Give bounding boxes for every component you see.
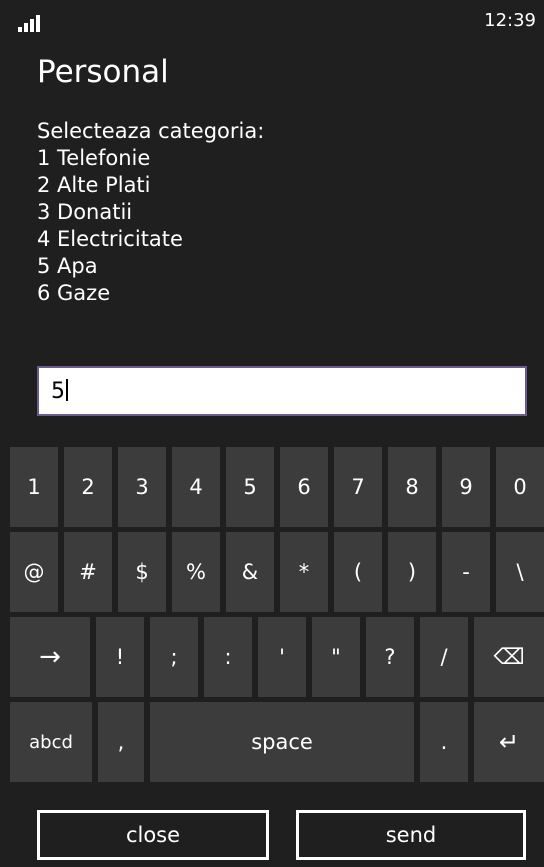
key-label: 3 [135,475,149,499]
key-7[interactable]: 7 [334,447,382,527]
keyboard-row-punctuation: → ! ; : ' " ? / ⌫ [0,617,544,701]
category-option: 2 Alte Plati [37,173,151,197]
key-label: 1 [27,475,41,499]
app-bar: close send [0,800,544,867]
key-4[interactable]: 4 [172,447,220,527]
category-option: 1 Telefonie [37,146,151,170]
prompt-heading: Selecteaza categoria: [37,119,265,143]
key-label: $ [135,560,149,584]
key-label: ! [115,645,125,669]
clock: 12:39 [484,10,536,31]
key-label: ; [170,645,178,669]
category-prompt: Selecteaza categoria: 1 Telefonie 2 Alte… [37,118,264,307]
key-label: : [224,645,232,669]
key-label: 7 [351,475,365,499]
backspace-icon: ⌫ [493,644,525,670]
key-apostrophe[interactable]: ' [258,617,306,697]
key-semicolon[interactable]: ; [150,617,198,697]
key-label: @ [23,560,45,584]
key-label: / [440,645,448,669]
key-at[interactable]: @ [10,532,58,612]
key-5[interactable]: 5 [226,447,274,527]
key-2[interactable]: 2 [64,447,112,527]
close-button-label: close [125,823,181,847]
key-label: \ [516,560,524,584]
key-1[interactable]: 1 [10,447,58,527]
shift-arrow-key[interactable]: → [10,617,90,697]
key-backslash[interactable]: \ [496,532,544,612]
key-label: abcd [29,731,73,753]
key-question[interactable]: ? [366,617,414,697]
key-label: * [298,560,310,584]
key-ampersand[interactable]: & [226,532,274,612]
key-double-quote[interactable]: " [312,617,360,697]
enter-key[interactable]: ↵ [474,702,544,782]
keyboard-row-symbols: @ # $ % & * ( ) - \ [0,532,544,616]
key-close-paren[interactable]: ) [388,532,436,612]
key-asterisk[interactable]: * [280,532,328,612]
key-label: ' [279,645,285,669]
key-label: 9 [459,475,473,499]
close-button[interactable]: close [37,810,269,860]
key-label: 4 [189,475,203,499]
category-option: 5 Apa [37,254,98,278]
key-label: - [462,560,470,584]
key-3[interactable]: 3 [118,447,166,527]
key-label: 6 [297,475,311,499]
key-label: 2 [81,475,95,499]
signal-strength-icon [18,14,44,32]
page-title: Personal [37,54,169,90]
keyboard-row-digits: 1 2 3 4 5 6 7 8 9 0 [0,447,544,531]
key-label: 0 [513,475,527,499]
key-9[interactable]: 9 [442,447,490,527]
status-bar: 12:39 [0,0,544,40]
key-hash[interactable]: # [64,532,112,612]
key-8[interactable]: 8 [388,447,436,527]
key-label: space [251,730,313,754]
key-label: " [331,645,341,669]
key-colon[interactable]: : [204,617,252,697]
key-percent[interactable]: % [172,532,220,612]
text-caret [66,379,68,401]
send-button-label: send [385,823,437,847]
category-input[interactable]: 5 [37,366,527,416]
key-label: . [440,730,448,754]
arrow-right-icon: → [39,642,61,672]
key-label: 5 [243,475,257,499]
key-label: ( [353,560,363,584]
enter-icon: ↵ [498,728,520,756]
input-value: 5 [51,379,65,404]
key-label: , [117,730,125,754]
keyboard-row-bottom: abcd , space . ↵ [0,702,544,786]
send-button[interactable]: send [296,810,526,860]
key-open-paren[interactable]: ( [334,532,382,612]
on-screen-keyboard: 1 2 3 4 5 6 7 8 9 0 @ # $ % & * ( ) - \ … [0,437,544,800]
key-0[interactable]: 0 [496,447,544,527]
category-option: 4 Electricitate [37,227,183,251]
backspace-key[interactable]: ⌫ [474,617,544,697]
key-comma[interactable]: , [98,702,144,782]
key-6[interactable]: 6 [280,447,328,527]
key-label: % [186,560,206,584]
key-label: & [241,560,259,584]
key-label: ? [384,645,396,669]
key-label: ) [407,560,417,584]
abc-mode-key[interactable]: abcd [10,702,92,782]
space-key[interactable]: space [150,702,414,782]
key-label: # [79,560,97,584]
key-slash[interactable]: / [420,617,468,697]
key-dollar[interactable]: $ [118,532,166,612]
key-label: 8 [405,475,419,499]
key-hyphen[interactable]: - [442,532,490,612]
category-option: 3 Donatii [37,200,133,224]
category-option: 6 Gaze [37,281,111,305]
key-exclamation[interactable]: ! [96,617,144,697]
key-period[interactable]: . [420,702,468,782]
